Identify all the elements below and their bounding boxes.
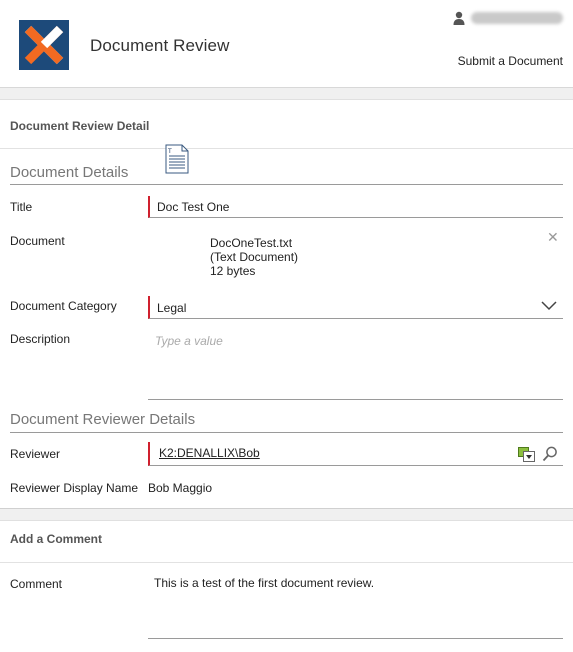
app-header: Document Review Submit a Document [0, 0, 573, 88]
panel-divider [0, 562, 573, 563]
description-textarea[interactable]: Type a value [148, 330, 563, 400]
search-icon[interactable] [542, 446, 558, 462]
submit-document-link[interactable]: Submit a Document [458, 54, 563, 68]
comment-value: This is a test of the first document rev… [154, 576, 375, 590]
document-file-size: 12 bytes [210, 264, 256, 278]
comment-label: Comment [10, 577, 63, 591]
document-file-info: DocOneTest.txt (Text Document) 12 bytes [210, 236, 298, 278]
picker-dropdown-icon[interactable] [518, 447, 535, 462]
panel-heading: Document Review Detail [10, 119, 150, 133]
reviewer-picker[interactable]: K2:DENALLIX\Bob [148, 442, 563, 466]
description-placeholder: Type a value [155, 334, 223, 348]
add-comment-panel: Add a Comment Comment This is a test of … [0, 520, 573, 652]
user-menu[interactable] [453, 10, 563, 26]
app-logo [19, 20, 69, 70]
section-rule [10, 432, 563, 433]
document-file-type: (Text Document) [210, 250, 299, 264]
reviewer-display-name-value: Bob Maggio [148, 481, 213, 495]
category-selected-value: Legal [157, 301, 187, 315]
document-file-name[interactable]: DocOneTest.txt [210, 236, 298, 250]
section-rule [10, 184, 563, 185]
comment-textarea[interactable]: This is a test of the first document rev… [148, 571, 563, 639]
description-label: Description [10, 332, 71, 346]
reviewer-display-name-label: Reviewer Display Name [10, 481, 139, 495]
section-title-document-details: Document Details [10, 164, 129, 181]
section-title-reviewer-details: Document Reviewer Details [10, 411, 196, 428]
panel-heading: Add a Comment [10, 532, 103, 546]
app-title: Document Review [90, 36, 230, 55]
user-icon [453, 11, 465, 25]
reviewer-value[interactable]: K2:DENALLIX\Bob [159, 446, 260, 460]
user-name-redacted [471, 12, 563, 24]
category-dropdown[interactable]: Legal [148, 296, 563, 319]
panel-divider [0, 148, 573, 149]
title-value: Doc Test One [157, 200, 230, 214]
category-label: Document Category [10, 299, 117, 313]
svg-text:T: T [167, 148, 172, 155]
title-field[interactable]: Doc Test One [148, 196, 563, 218]
document-label: Document [10, 234, 65, 248]
reviewer-label: Reviewer [10, 447, 61, 461]
title-label: Title [10, 200, 33, 214]
remove-document-icon[interactable]: ✕ [547, 229, 559, 246]
chevron-down-icon[interactable] [541, 300, 557, 312]
text-document-icon[interactable]: T [165, 144, 189, 174]
